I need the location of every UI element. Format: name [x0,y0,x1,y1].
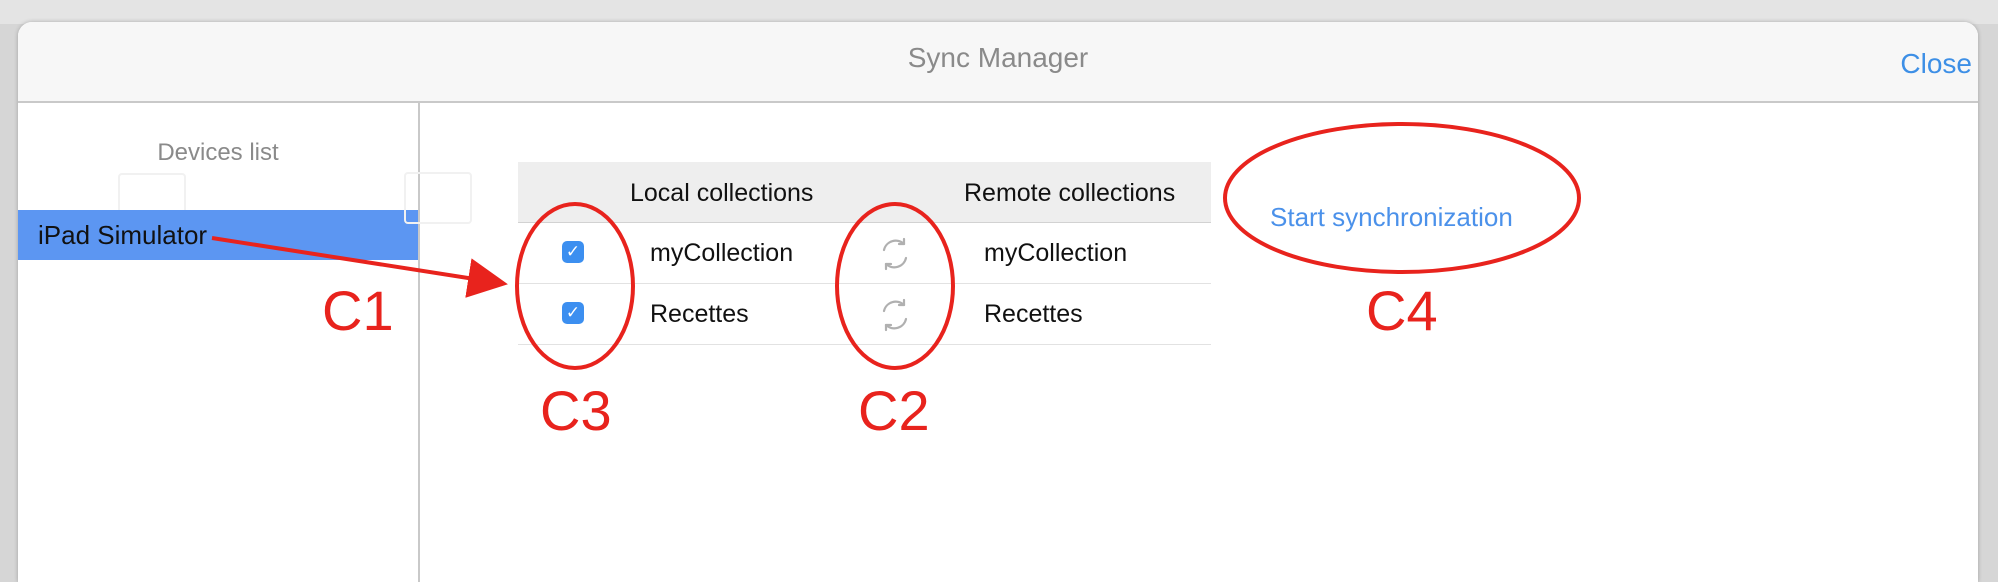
include-checkbox[interactable]: ✓ [562,302,584,324]
local-collection-name: Recettes [650,300,749,328]
collections-table: Local collections Remote collections ✓ m… [518,162,1211,345]
dialog-titlebar: Sync Manager Close [18,22,1978,103]
background-ghost-icon [404,172,472,224]
devices-list-title: Devices list [157,139,279,166]
sync-arrows-icon[interactable] [876,235,914,273]
annotation-label-c3: C3 [540,379,612,442]
sync-manager-dialog: Sync Manager Close Devices list iPad Sim… [18,22,1978,582]
annotation-label-c1: C1 [322,279,394,342]
close-button[interactable]: Close [1900,48,1972,80]
local-collections-header: Local collections [630,179,814,207]
remote-collections-header: Remote collections [964,179,1176,207]
background-app-bar [0,0,1998,24]
table-row: ✓ Recettes Recettes [518,284,1211,345]
checkmark-icon: ✓ [565,242,581,261]
remote-collection-name: Recettes [984,300,1083,328]
local-collection-name: myCollection [650,239,794,267]
checkmark-icon: ✓ [565,303,581,322]
device-item-ipad-simulator[interactable]: iPad Simulator [18,210,418,260]
annotation-label-c4: C4 [1366,279,1438,342]
table-header: Local collections Remote collections [518,162,1211,223]
table-row: ✓ myCollection myCollection [518,223,1211,284]
start-synchronization-button[interactable]: Start synchronization [1270,202,1513,233]
dialog-title: Sync Manager [907,42,1089,73]
annotation-label-c2: C2 [858,379,930,442]
remote-collection-name: myCollection [984,239,1128,267]
include-checkbox[interactable]: ✓ [562,241,584,263]
sync-arrows-icon[interactable] [876,296,914,334]
